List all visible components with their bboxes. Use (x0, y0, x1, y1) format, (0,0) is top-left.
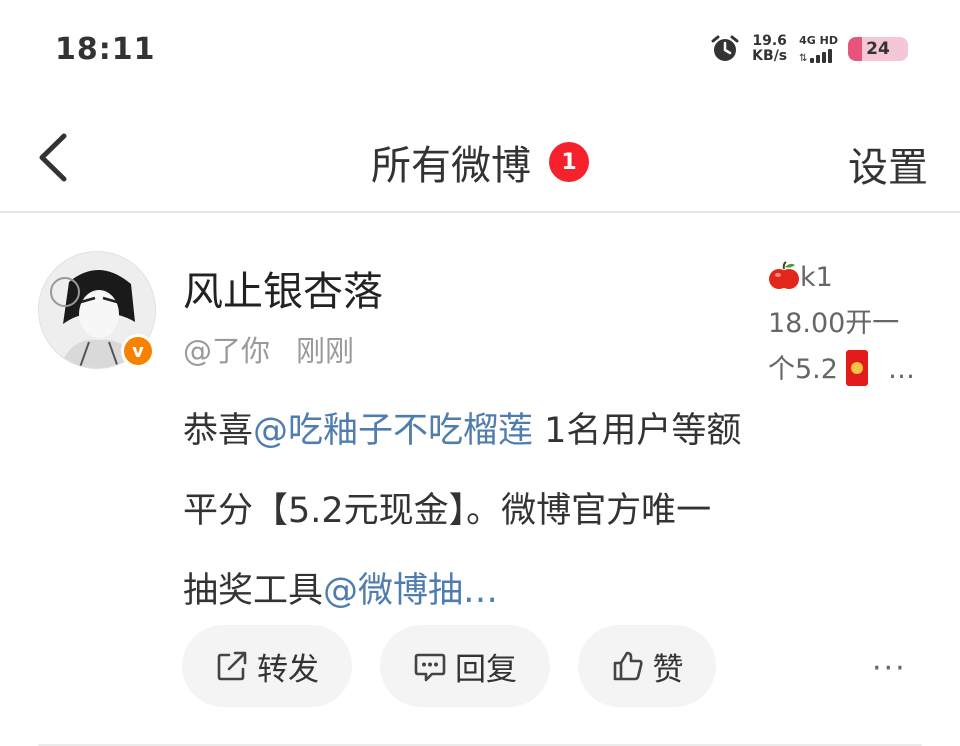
status-time: 18:11 (55, 32, 156, 67)
nav-bar: 所有微博 1 设置 (0, 100, 960, 213)
status-bar: 18:11 19.6 KB/s 4G HD ⇅ 24 (0, 0, 960, 100)
like-button[interactable]: 赞 (578, 625, 716, 707)
alarm-icon (711, 35, 739, 61)
side-ellipsis: … (887, 354, 915, 385)
more-options-button[interactable]: ··· (872, 651, 907, 686)
post-meta: @了你 刚刚 (183, 328, 354, 370)
page-title: 所有微博 (371, 143, 531, 189)
apple-icon (769, 261, 799, 289)
network-label: 4G HD (799, 34, 838, 47)
signal-icon: ⇅ (799, 47, 833, 64)
settings-button[interactable]: 设置 (848, 135, 928, 193)
repost-button[interactable]: 转发 (182, 625, 352, 707)
post-actions: 转发 回复 赞 (182, 625, 744, 707)
verified-icon: v (121, 334, 155, 368)
like-label: 赞 (652, 651, 684, 688)
signal-block: 4G HD ⇅ (799, 34, 838, 64)
battery-icon: 24 (848, 37, 908, 61)
user-handle: @了你 (183, 334, 271, 368)
net-speed-value: 19.6 (752, 33, 787, 49)
side-text-amount: 个5.2 (768, 354, 838, 385)
mention-link[interactable]: @吃釉子不吃榴莲 (253, 411, 533, 451)
username[interactable]: 风止银杏落 (183, 259, 383, 317)
net-speed-unit: KB/s (752, 48, 788, 64)
nav-title-group: 所有微博 1 (0, 133, 960, 191)
side-line-3: 个5.2 … (768, 347, 928, 393)
side-text-k1: k1 (800, 262, 833, 293)
battery-level: 24 (866, 39, 890, 59)
status-icons: 19.6 KB/s 4G HD ⇅ 24 (710, 34, 908, 64)
post-side-tag[interactable]: k1 18.00开一 个5.2 … (768, 255, 928, 393)
post-card[interactable]: v 风止银杏落 @了你 刚刚 k1 18.00开一 个5.2 … 恭喜@吃釉子不吃… (0, 215, 960, 746)
repost-label: 转发 (257, 651, 319, 688)
post-content[interactable]: 恭喜@吃釉子不吃榴莲 1名用户等额平分【5.2元现金】。微博官方唯一抽奖工具@微… (183, 391, 743, 631)
net-speed: 19.6 KB/s (752, 34, 787, 64)
battery-fill (848, 37, 863, 61)
side-line-2: 18.00开一 (768, 308, 900, 339)
content-text-1: 恭喜 (183, 411, 254, 451)
comment-button[interactable]: 回复 (380, 625, 550, 707)
thumbs-up-icon (613, 651, 643, 681)
side-line-1: k1 (768, 255, 928, 301)
notification-badge: 1 (549, 142, 589, 182)
red-envelope-icon (845, 350, 868, 386)
comment-label: 回复 (455, 651, 517, 688)
post-time: 刚刚 (296, 334, 355, 368)
mention-link[interactable]: @微博抽… (323, 571, 498, 611)
comment-icon (414, 653, 446, 682)
share-icon (217, 651, 247, 681)
